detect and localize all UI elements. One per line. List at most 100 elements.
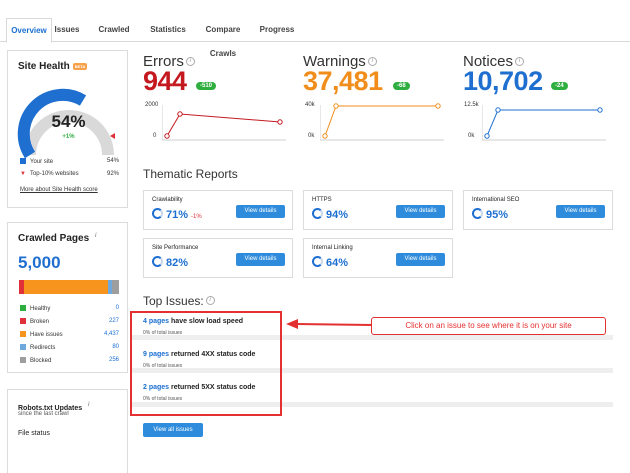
issue-item[interactable]: 9 pages returned 4XX status code bbox=[143, 351, 255, 358]
site-health-title: Site Health bbox=[18, 61, 70, 72]
thematic-card-title: Crawlability bbox=[152, 197, 183, 203]
triangle-down-icon: ▼ bbox=[20, 171, 26, 177]
notices-delta: -24 bbox=[551, 82, 568, 90]
thematic-card-international-seo[interactable]: International SEO 95% View details bbox=[463, 190, 613, 230]
view-details-button[interactable]: View details bbox=[236, 205, 285, 218]
warnings-value[interactable]: 37,481 bbox=[303, 66, 383, 97]
issue-item[interactable]: 4 pages have slow load speed bbox=[143, 318, 243, 325]
tab-issues[interactable]: Issues bbox=[54, 18, 80, 42]
view-details-button[interactable]: View details bbox=[556, 205, 605, 218]
legend-label: Top-10% websites bbox=[29, 171, 79, 177]
errors-axis-bottom: 0 bbox=[153, 133, 157, 139]
issue-link[interactable]: 9 pages bbox=[143, 351, 169, 358]
warnings-axis-bottom: 0k bbox=[308, 133, 315, 139]
view-details-button[interactable]: View details bbox=[396, 205, 445, 218]
bar-blocked bbox=[112, 280, 119, 294]
tab-crawled-pages[interactable]: Crawled Pages bbox=[86, 18, 142, 58]
progress-ring-icon bbox=[312, 208, 323, 219]
thematic-card-https[interactable]: HTTPS 94% View details bbox=[303, 190, 453, 230]
issue-text: returned 4XX status code bbox=[169, 351, 256, 358]
issues-swatch bbox=[20, 331, 26, 337]
info-icon: i bbox=[515, 57, 525, 66]
warnings-delta: -68 bbox=[393, 82, 410, 90]
legend-value: 92% bbox=[106, 171, 119, 177]
thematic-card-score: 82% bbox=[152, 256, 188, 269]
progress-ring-icon bbox=[152, 256, 163, 267]
info-icon: i bbox=[87, 402, 90, 408]
thematic-card-title: Site Performance bbox=[152, 245, 199, 251]
thematic-card-delta: -1% bbox=[191, 214, 202, 220]
view-details-button[interactable]: View details bbox=[236, 253, 285, 266]
thematic-card-title: HTTPS bbox=[312, 197, 332, 203]
errors-value[interactable]: 944 bbox=[143, 66, 187, 97]
warnings-sparkline bbox=[320, 103, 444, 141]
site-health-link[interactable]: More about Site Health score bbox=[20, 187, 98, 193]
errors-axis-top: 2000 bbox=[145, 102, 159, 108]
row-label: Redirects bbox=[30, 345, 56, 351]
issue-item[interactable]: 2 pages returned 5XX status code bbox=[143, 384, 255, 391]
tab-statistics[interactable]: Statistics bbox=[148, 18, 188, 42]
thematic-card-crawlability[interactable]: Crawlability 71% -1% View details bbox=[143, 190, 293, 230]
warnings-axis-top: 40k bbox=[305, 102, 315, 108]
row-broken[interactable]: Broken 227 bbox=[20, 318, 119, 325]
thematic-card-site-performance[interactable]: Site Performance 82% View details bbox=[143, 238, 293, 278]
row-value: 0 bbox=[115, 305, 119, 311]
row-value: 256 bbox=[108, 357, 119, 363]
thematic-card-internal-linking[interactable]: Internal Linking 64% View details bbox=[303, 238, 453, 278]
issue-share: 0% of total issues bbox=[143, 396, 183, 402]
healthy-swatch bbox=[20, 305, 26, 311]
legend-label: Your site bbox=[30, 159, 54, 165]
thematic-card-percent: 94% bbox=[326, 209, 349, 221]
errors-sparkline bbox=[162, 105, 286, 141]
issue-text: returned 5XX status code bbox=[169, 384, 256, 391]
tab-overview[interactable]: Overview bbox=[6, 18, 52, 43]
legend-your-site: Your site 54% bbox=[20, 158, 119, 165]
site-health-delta: +1% bbox=[62, 134, 75, 140]
row-label: Healthy bbox=[30, 306, 51, 312]
crawled-pages-card: Crawled Pages i 5,000 Healthy 0 Broken 227 … bbox=[7, 222, 128, 373]
tab-compare-crawls[interactable]: Compare Crawls bbox=[192, 18, 254, 58]
thematic-card-percent: 64% bbox=[326, 257, 349, 269]
bar-broken bbox=[19, 280, 24, 294]
thematic-card-score: 71% -1% bbox=[152, 208, 202, 221]
crawled-pages-bar bbox=[19, 280, 119, 294]
row-blocked[interactable]: Blocked 256 bbox=[20, 357, 119, 364]
notices-value[interactable]: 10,702 bbox=[463, 66, 543, 97]
thematic-card-score: 94% bbox=[312, 208, 348, 221]
robots-subtitle: since the last crawl bbox=[18, 411, 69, 417]
row-redirects[interactable]: Redirects 80 bbox=[20, 344, 119, 351]
tab-progress[interactable]: Progress bbox=[258, 18, 296, 42]
issue-link[interactable]: 2 pages bbox=[143, 384, 169, 391]
broken-swatch bbox=[20, 318, 26, 324]
thematic-card-percent: 95% bbox=[486, 209, 509, 221]
row-healthy[interactable]: Healthy 0 bbox=[20, 305, 119, 312]
info-icon: i bbox=[94, 233, 97, 239]
your-site-swatch bbox=[20, 158, 26, 164]
tab-bar: Overview Issues Crawled Pages Statistics… bbox=[0, 18, 630, 58]
thematic-title: Thematic Reports bbox=[143, 167, 238, 181]
thematic-card-title: International SEO bbox=[472, 197, 520, 203]
issue-text: have slow load speed bbox=[169, 318, 243, 325]
callout-tooltip: Click on an issue to see where it is on … bbox=[371, 317, 606, 335]
progress-ring-icon bbox=[312, 256, 323, 267]
site-health-percent: 54% bbox=[51, 112, 86, 131]
thematic-card-score: 64% bbox=[312, 256, 348, 269]
row-have-issues[interactable]: Have issues 4,437 bbox=[20, 331, 119, 338]
progress-ring-icon bbox=[472, 208, 483, 219]
robots-file-status: File status bbox=[18, 430, 50, 437]
site-health-card: Site Health BETA 54% +1% Your site 54% ▼ T… bbox=[7, 50, 128, 208]
callout-arrow-icon bbox=[286, 319, 373, 329]
legend-top-websites: ▼ Top-10% websites 92% bbox=[20, 171, 119, 177]
notices-axis-bottom: 0k bbox=[468, 133, 475, 139]
blocked-swatch bbox=[20, 357, 26, 363]
beta-badge: BETA bbox=[72, 62, 88, 70]
issue-share: 0% of total issues bbox=[143, 363, 183, 369]
info-icon: i bbox=[185, 57, 195, 66]
legend-value: 54% bbox=[106, 158, 119, 164]
view-all-issues-button[interactable]: View all issues bbox=[143, 423, 203, 437]
view-details-button[interactable]: View details bbox=[396, 253, 445, 266]
robots-card: Robots.txt Updates i since the last crawl… bbox=[7, 389, 128, 473]
thematic-card-score: 95% bbox=[472, 208, 508, 221]
issue-link[interactable]: 4 pages bbox=[143, 318, 169, 325]
row-value: 227 bbox=[108, 318, 119, 324]
